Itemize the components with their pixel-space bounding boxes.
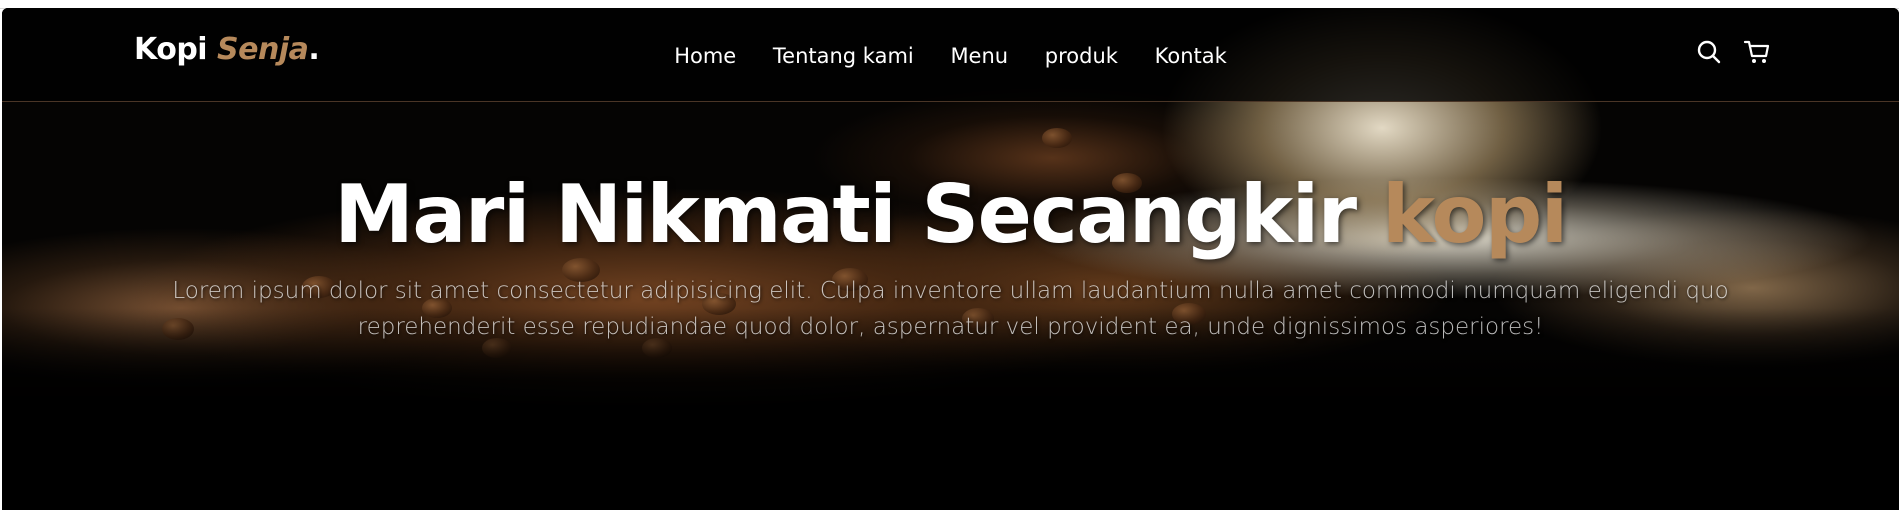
nav-link-kontak[interactable]: Kontak [1155, 44, 1227, 68]
navbar: Kopi Senja. Home Tentang kami Menu produ… [2, 8, 1899, 102]
nav-link-produk[interactable]: produk [1045, 44, 1118, 68]
hero-title-accent: kopi [1381, 168, 1568, 261]
page-viewport: Mari Nikmati Secangkir kopi Lorem ipsum … [2, 8, 1899, 510]
coffee-bean [1042, 128, 1072, 148]
hero-title: Mari Nikmati Secangkir kopi [2, 168, 1899, 261]
nav-icons [1679, 38, 1771, 66]
search-icon[interactable] [1695, 38, 1723, 66]
nav-link-menu[interactable]: Menu [950, 44, 1008, 68]
nav-link-tentang-kami[interactable]: Tentang kami [773, 44, 914, 68]
hero-description: Lorem ipsum dolor sit amet consectetur a… [172, 278, 1729, 340]
nav-link-home[interactable]: Home [674, 44, 736, 68]
hero-title-main: Mari Nikmati Secangkir [334, 168, 1382, 261]
shopping-cart-icon[interactable] [1743, 38, 1771, 66]
nav-links: Home Tentang kami Menu produk Kontak [2, 44, 1899, 68]
